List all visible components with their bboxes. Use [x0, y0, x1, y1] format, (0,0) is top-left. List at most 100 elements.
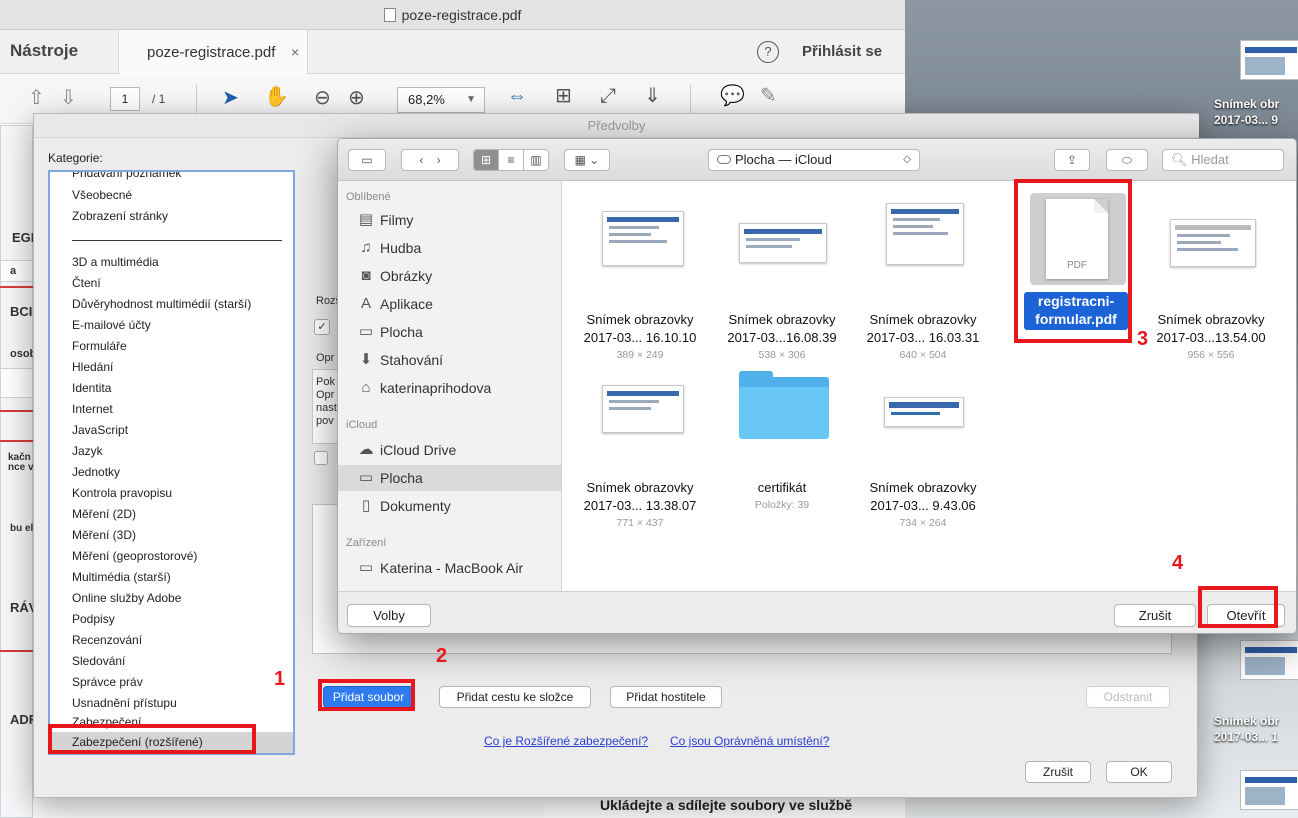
category-item[interactable]: Všeobecné [72, 188, 132, 202]
back-forward-buttons[interactable]: ‹ › [401, 149, 459, 171]
tab-bar: Nástroje poze-registrace.pdf × ? Přihlás… [0, 30, 905, 74]
close-tab-icon[interactable]: × [291, 44, 299, 60]
category-divider [72, 240, 282, 241]
checkbox[interactable]: ✓ [314, 319, 330, 335]
help-icon[interactable]: ? [757, 41, 779, 63]
category-item[interactable]: Multimédia (starší) [72, 570, 171, 584]
sidebar-item-icloud-desktop[interactable]: ▭ Plocha [338, 465, 561, 491]
category-item[interactable]: JavaScript [72, 423, 128, 437]
options-button[interactable]: Volby [347, 604, 431, 627]
sidebar-item-macbook[interactable]: ▭ Katerina - MacBook Air [338, 555, 561, 581]
arrange-menu-icon[interactable]: ▦ ⌄ [564, 149, 610, 171]
page-number-input[interactable]: 1 [110, 87, 140, 111]
desktop-file-thumbnail[interactable] [1240, 640, 1298, 680]
column-view-icon[interactable]: ▥ [523, 149, 549, 171]
file-item[interactable]: Snímek obrazovky 2017-03... 13.38.07 771… [567, 369, 713, 529]
list-view-icon[interactable]: ≡ [498, 149, 524, 171]
category-item[interactable]: Formuláře [72, 339, 127, 353]
location-popup[interactable]: Plocha — iCloud ◇ [708, 149, 920, 171]
category-item[interactable]: Důvěryhodnost multimédií (starší) [72, 297, 251, 311]
category-item[interactable]: Správce práv [72, 675, 143, 689]
category-item[interactable]: Podpisy [72, 612, 115, 626]
fullscreen-icon[interactable]: ⤢ [600, 84, 616, 108]
tab-tools[interactable]: Nástroje [10, 41, 78, 61]
category-item[interactable]: 3D a multimédia [72, 255, 159, 269]
remove-button[interactable]: Odstranit [1086, 686, 1170, 708]
panel-text: Opr [316, 352, 335, 364]
category-item[interactable]: Měření (3D) [72, 528, 136, 542]
what-are-privileged-locations-link[interactable]: Co jsou Oprávněná umístění? [670, 734, 829, 748]
sidebar-item-desktop[interactable]: ▭ Plocha [338, 319, 561, 345]
category-item[interactable]: Měření (geoprostorové) [72, 549, 197, 563]
scroll-mode-icon[interactable]: ⇓ [644, 84, 661, 108]
search-input[interactable]: 🔍︎ Hledat [1162, 149, 1284, 171]
category-item[interactable]: Jednotky [72, 465, 120, 479]
zoom-out-icon[interactable]: ⊖ [314, 86, 331, 110]
comment-icon[interactable]: 💬 [720, 84, 745, 108]
category-item[interactable]: Identita [72, 381, 111, 395]
file-dialog-toolbar: ▭ ‹ › ⊞ ≡ ▥ ▦ ⌄ Plocha — iCloud ◇ ⇪ ⬭ 🔍︎ … [338, 139, 1296, 181]
prefs-cancel-button[interactable]: Zrušit [1025, 761, 1091, 783]
checkbox[interactable] [314, 451, 328, 465]
sign-in-link[interactable]: Přihlásit se [802, 43, 882, 60]
sidebar-item-downloads[interactable]: ⬇ Stahování [338, 347, 561, 373]
file-item[interactable]: Snímek obrazovky 2017-03... 9.43.06 734 … [850, 369, 996, 529]
back-icon[interactable]: ‹ [419, 153, 423, 167]
sidebar-item-pictures[interactable]: ◙ Obrázky [338, 263, 561, 289]
page-up-icon[interactable]: ⇧ [28, 86, 45, 110]
zoom-level-select[interactable]: 68,2% ▼ [397, 87, 485, 113]
add-host-button[interactable]: Přidat hostitele [610, 686, 722, 708]
pen-icon[interactable]: ✎ [760, 84, 777, 108]
sidebar-toggle-icon[interactable]: ▭ [348, 149, 386, 171]
file-thumbnail [884, 397, 964, 427]
forward-icon[interactable]: › [437, 153, 441, 167]
page-down-icon[interactable]: ⇩ [60, 86, 77, 110]
tag-icon[interactable]: ⬭ [1106, 149, 1148, 171]
share-icon[interactable]: ⇪ [1054, 149, 1090, 171]
file-name: Snímek obrazovky [869, 480, 977, 495]
category-item[interactable]: Jazyk [72, 444, 103, 458]
file-dialog-sidebar: Oblíbené ▤ Filmy ♫ Hudba ◙ Obrázky A Aplikac… [338, 181, 562, 591]
fit-page-icon[interactable]: ⊞ [555, 84, 572, 108]
search-icon: 🔍︎ [1171, 152, 1188, 167]
category-item[interactable]: Měření (2D) [72, 507, 136, 521]
category-item[interactable]: E-mailové účty [72, 318, 151, 332]
category-item[interactable]: Čtení [72, 276, 101, 290]
what-is-enhanced-security-link[interactable]: Co je Rozšířené zabezpečení? [484, 734, 648, 748]
folder-item[interactable]: certifikát Položky: 39 [709, 369, 855, 529]
hand-tool-icon[interactable]: ✋ [264, 85, 289, 109]
file-item[interactable]: Snímek obrazovky 2017-03...16.08.39 538 … [709, 201, 855, 361]
category-item[interactable]: Recenzování [72, 633, 142, 647]
category-list[interactable]: Přidávání poznámek Všeobecné Zobrazení s… [48, 170, 295, 755]
icon-view-icon[interactable]: ⊞ [473, 149, 499, 171]
file-item[interactable]: Snímek obrazovky 2017-03... 16.03.31 640… [850, 201, 996, 361]
category-item[interactable]: Sledování [72, 654, 125, 668]
sidebar-item-movies[interactable]: ▤ Filmy [338, 207, 561, 233]
annotation-number: 2 [436, 645, 448, 667]
sidebar-item-label: Plocha [380, 324, 423, 340]
zoom-in-icon[interactable]: ⊕ [348, 86, 365, 110]
cancel-button[interactable]: Zrušit [1114, 604, 1196, 627]
category-item[interactable]: Kontrola pravopisu [72, 486, 172, 500]
tab-document[interactable]: poze-registrace.pdf × [118, 30, 308, 74]
desktop-file-thumbnail[interactable] [1240, 40, 1298, 80]
sidebar-item-icloud-drive[interactable]: ☁ iCloud Drive [338, 437, 561, 463]
category-item[interactable]: Přidávání poznámek [72, 172, 181, 180]
add-folder-path-button[interactable]: Přidat cestu ke složce [439, 686, 591, 708]
category-item[interactable]: Hledání [72, 360, 113, 374]
file-item[interactable]: Snímek obrazovky 2017-03... 16.10.10 389… [567, 201, 713, 361]
category-item[interactable]: Internet [72, 402, 113, 416]
fit-width-icon[interactable]: ⇔ [507, 84, 527, 108]
sidebar-item-music[interactable]: ♫ Hudba [338, 235, 561, 261]
category-item[interactable]: Usnadnění přístupu [72, 696, 177, 710]
sidebar-item-label: Aplikace [380, 296, 433, 312]
select-cursor-icon[interactable]: ➤ [222, 86, 239, 110]
category-item[interactable]: Zobrazení stránky [72, 209, 168, 223]
file-item[interactable]: Snímek obrazovky 2017-03...13.54.00 956 … [1138, 201, 1284, 361]
desktop-file-thumbnail[interactable] [1240, 770, 1298, 810]
sidebar-item-applications[interactable]: A Aplikace [338, 291, 561, 317]
category-item[interactable]: Online služby Adobe [72, 591, 181, 605]
prefs-ok-button[interactable]: OK [1106, 761, 1172, 783]
sidebar-item-documents[interactable]: ▯ Dokumenty [338, 493, 561, 519]
sidebar-item-home[interactable]: ⌂ katerinaprihodova [338, 375, 561, 401]
